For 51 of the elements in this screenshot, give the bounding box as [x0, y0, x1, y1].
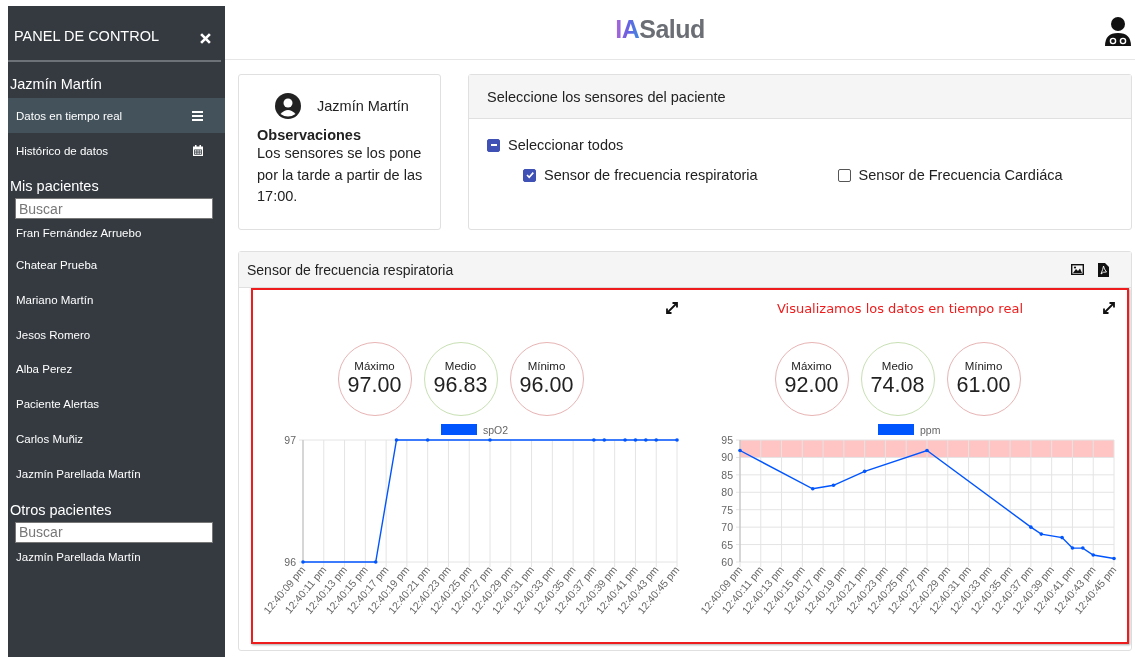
patient-link[interactable]: Jazmín Parellada Martín [8, 542, 225, 572]
calendar-icon [193, 145, 203, 156]
patient-link[interactable]: Alba Perez [8, 352, 225, 388]
sidebar-menu-item[interactable]: Histórico de datos [8, 133, 225, 168]
axis-tick-label: 75 [720, 503, 733, 516]
check-icon [524, 170, 535, 180]
axis-tick-label: 60 [720, 556, 733, 568]
logo: IASalud [615, 15, 705, 44]
pdf-icon[interactable] [1098, 262, 1109, 277]
legend-swatch[interactable] [440, 424, 477, 435]
search-field[interactable]: Buscar [15, 198, 213, 219]
sidebar-menu-item[interactable]: Datos en tiempo real [8, 98, 225, 133]
user-avatar-icon [275, 93, 301, 119]
patient-link[interactable]: Jesos Romero [8, 317, 225, 353]
card-title: Sensor de frecuencia respiratoria [247, 261, 454, 278]
legend-label[interactable]: spO2 [482, 424, 508, 436]
image-icon[interactable] [1071, 264, 1084, 275]
legend-swatch[interactable] [877, 424, 914, 435]
expand-icon[interactable] [1103, 302, 1115, 314]
patient-link[interactable]: Fran Fernández Arruebo [8, 219, 225, 248]
patient-link[interactable]: Chatear Prueba [8, 248, 225, 283]
axis-tick-label: 97 [283, 434, 296, 446]
section-heading: Mis pacientes [9, 177, 100, 196]
notes-text: Los sensores se los pone por la tarde a partir de las 17:00. [257, 144, 424, 206]
axis-tick-label: 65 [720, 538, 733, 551]
patient-name: Jazmín Martín [317, 98, 409, 114]
card-title: Seleccione los sensores del paciente [487, 88, 726, 105]
axis-tick-label: 96 [283, 556, 296, 568]
patient-link[interactable]: Jazmín Parellada Martín [8, 456, 225, 492]
select-all-checkbox[interactable]: Seleccionar todos [487, 137, 1113, 153]
section-heading: Otros pacientes [9, 500, 113, 520]
list-icon [192, 110, 203, 121]
close-icon[interactable] [200, 32, 211, 44]
axis-tick-label: 95 [720, 434, 733, 446]
patient-link[interactable]: Paciente Alertas [8, 387, 225, 422]
annotation-text: Visualizamos los datos en tiempo real [776, 301, 1023, 316]
patient-link[interactable]: Carlos Muñiz [8, 422, 225, 457]
axis-tick-label: 80 [720, 486, 733, 499]
axis-tick-label: 70 [720, 521, 733, 534]
user-icon[interactable] [1104, 16, 1132, 46]
legend-label[interactable]: ppm [919, 424, 940, 436]
current-patient-name: Jazmín Martín [9, 75, 103, 94]
sidebar-title: PANEL DE CONTROL [14, 28, 160, 44]
notes-title: Observaciones [257, 127, 362, 143]
patient-link[interactable]: Mariano Martín [8, 282, 225, 318]
search-field[interactable]: Buscar [15, 521, 213, 543]
axis-tick-label: 90 [720, 451, 733, 464]
sensor-checkbox[interactable]: Sensor de frecuencia respiratoria [523, 167, 758, 183]
sensor-checkbox[interactable]: Sensor de Frecuencia Cardiáca [837, 167, 1063, 183]
expand-icon[interactable] [666, 302, 678, 314]
axis-tick-label: 85 [720, 468, 733, 481]
